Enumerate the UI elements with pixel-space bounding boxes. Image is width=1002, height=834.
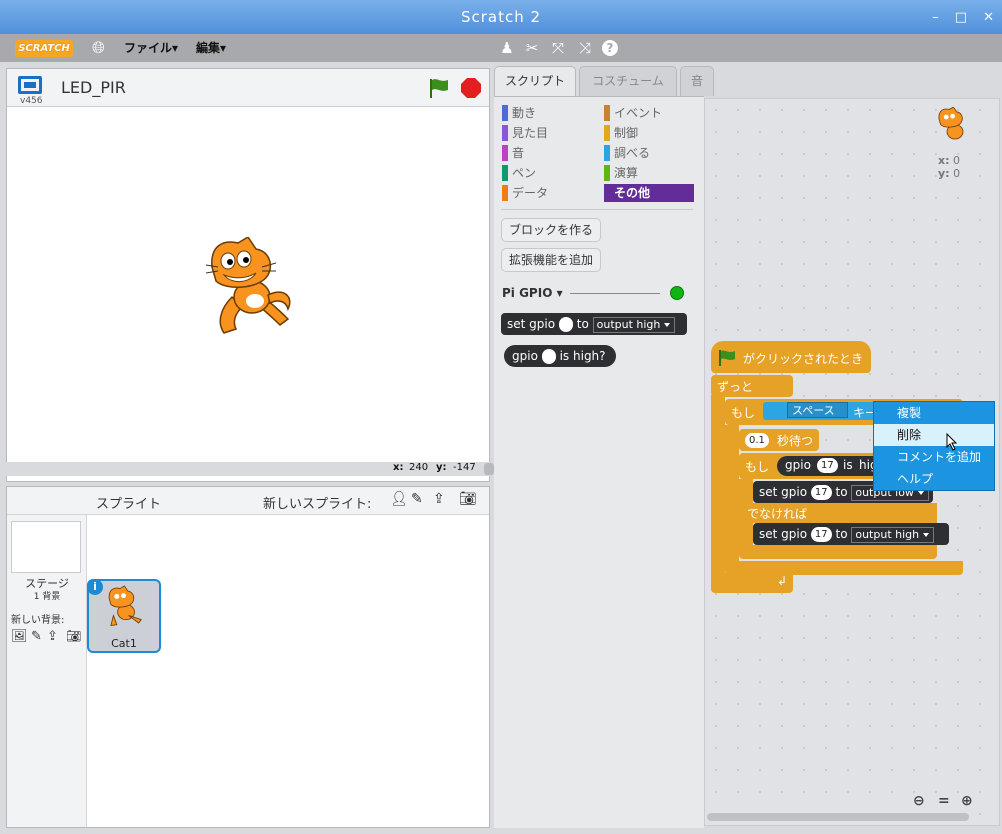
sprite-info-icon[interactable]: i [87,579,103,595]
loop-arrow-icon: ↲ [777,574,788,588]
if-else-bottom [739,545,937,559]
sprite-x: x: 0 [938,154,960,167]
stop-icon[interactable] [460,77,482,99]
category-control[interactable]: 制御 [604,124,638,142]
upload-icon[interactable]: ⇪ [433,491,445,507]
sprite-tile-cat1[interactable]: i Cat1 [87,579,161,653]
green-flag-icon[interactable] [427,77,451,99]
paint-brush-icon[interactable]: ✎ [411,491,423,507]
stage-collapse-handle[interactable] [484,463,494,475]
window-title-bar: Scratch 2 [0,0,1002,34]
category-more-blocks[interactable]: その他 [604,184,694,202]
when-flag-clicked-block[interactable]: がクリックされたとき [711,341,871,373]
horizontal-scrollbar[interactable] [707,813,969,821]
cat-sprite-icon[interactable] [202,237,297,337]
stage-column: ステージ 1 背景 新しい背景: 🖼︎ ✎ ⇪ 📷︎ [7,515,87,827]
grow-icon[interactable]: ⤧ [549,39,567,57]
palette-divider [501,209,693,210]
sprites-title: スプライト [96,497,162,512]
context-menu-help[interactable]: ヘルプ [874,468,994,490]
category-pen[interactable]: ペン [502,164,536,182]
add-extension-button[interactable]: 拡張機能を追加 [501,248,602,272]
extension-menu[interactable]: Pi GPIO ▾ [502,286,563,300]
sprites-panel: スプライト 新しいスプライト: 👤︎ ✎ ⇪ 📷︎ ステージ 1 背景 新しい背… [6,486,490,828]
stage-header: v456 LED_PIR [7,69,489,107]
category-sensing[interactable]: 調べる [604,144,650,162]
set-gpio-block[interactable]: set gpio to output high [501,313,687,335]
zoom-in-icon[interactable]: ⊕ [961,793,973,809]
hat-flag-icon [719,350,735,366]
tab-scripts[interactable]: スクリプト [494,66,576,96]
else-bar: でなければ [739,503,937,523]
set-gpio-high-block[interactable]: set gpio 17 to output high [753,523,949,545]
if-arm [725,425,739,565]
backdrop-camera-icon[interactable]: 📷︎ [66,629,81,643]
extension-line [570,293,660,294]
maximize-button[interactable]: □ [955,10,967,25]
gpio-is-high-block[interactable]: gpio is high? [504,345,616,367]
backdrop-paint-icon[interactable]: ✎ [31,629,42,644]
sprite-library-icon[interactable]: 👤︎ [390,491,408,507]
edit-menu[interactable]: 編集▾ [196,34,226,62]
version-label: v456 [20,96,43,106]
zoom-reset-icon[interactable]: = [938,793,950,809]
menu-bar: SCRATCH 🌐︎ ファイル▾ 編集▾ ♟ ✂ ⤧ ⤨ ? [0,34,1002,62]
sprite-y: y: 0 [938,167,961,180]
if-bottom [725,561,963,575]
context-menu-add-comment[interactable]: コメントを追加 [874,446,994,468]
mouse-coordinates: x: 240 y: -147 [0,462,494,476]
presentation-mode-icon[interactable] [18,76,42,94]
current-sprite-icon [938,107,964,140]
wait-block[interactable]: 0.1 秒待つ [739,429,819,451]
language-globe-icon[interactable]: 🌐︎ [92,34,105,62]
sprite-name: Cat1 [111,637,137,650]
make-block-button[interactable]: ブロックを作る [501,218,602,242]
new-backdrop-label: 新しい背景: [11,615,65,626]
mouse-cursor-icon [946,433,958,451]
camera-icon[interactable]: 📷︎ [459,491,477,507]
block-palette: 動き イベント 見た目 制御 音 調べる ペン 演算 データ その他 ブロックを… [494,96,704,828]
tab-sounds[interactable]: 音 [680,66,714,96]
cat-thumbnail-icon [108,585,142,627]
category-looks[interactable]: 見た目 [502,124,548,142]
stage-thumbnail[interactable] [11,521,81,573]
context-menu: 複製 削除 コメントを追加 ヘルプ [873,401,995,491]
backdrop-upload-icon[interactable]: ⇪ [47,629,58,644]
sprites-header: スプライト 新しいスプライト: 👤︎ ✎ ⇪ 📷︎ [7,487,489,515]
minimize-button[interactable]: – [932,10,939,25]
backdrop-count: 1 背景 [33,592,61,602]
x-value: 240 [409,462,429,473]
shrink-icon[interactable]: ⤨ [576,39,594,57]
forever-block[interactable]: ずっと [711,375,793,397]
forever-bottom: ↲ [711,573,793,593]
category-motion[interactable]: 動き [502,104,536,122]
stage-canvas[interactable] [7,107,489,467]
extension-status-icon [670,286,684,300]
project-title-input[interactable]: LED_PIR [61,78,126,97]
category-events[interactable]: イベント [604,104,662,122]
window-title: Scratch 2 [460,8,542,26]
x-label: x: [393,462,404,473]
context-menu-duplicate[interactable]: 複製 [874,402,994,424]
tab-costumes[interactable]: コスチューム [579,66,677,96]
category-data[interactable]: データ [502,184,548,202]
category-operators[interactable]: 演算 [604,164,638,182]
zoom-out-icon[interactable]: ⊖ [913,793,925,809]
close-button[interactable]: ✕ [983,10,994,25]
category-sound[interactable]: 音 [502,144,524,162]
y-value: -147 [453,462,476,473]
cut-scissors-icon[interactable]: ✂ [523,39,541,57]
key-dropdown[interactable]: スペース [787,402,848,418]
y-label: y: [436,462,447,473]
stage-panel: v456 LED_PIR [6,68,490,482]
file-menu[interactable]: ファイル▾ [124,34,178,62]
backdrop-library-icon[interactable]: 🖼︎ [11,629,28,644]
scratch-logo[interactable]: SCRATCH [15,40,73,57]
duplicate-stamp-icon[interactable]: ♟ [498,39,516,57]
context-menu-delete[interactable]: 削除 [874,424,994,446]
new-sprite-label: 新しいスプライト: [263,497,372,512]
help-icon[interactable]: ? [602,40,618,56]
forever-arm [711,395,725,583]
